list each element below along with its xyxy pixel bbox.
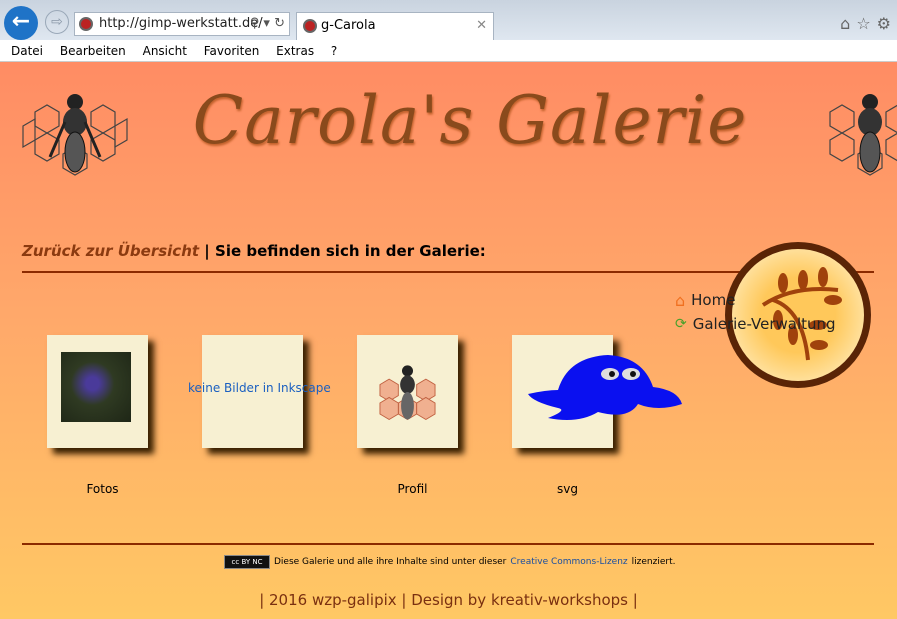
home-icon: ⌂ — [675, 290, 686, 310]
iris-thumbnail — [61, 352, 131, 422]
home-star-gear-icons[interactable]: ⌂☆⚙ — [840, 14, 897, 33]
license-notice: cc BY NC Diese Galerie und alle ihre Inha… — [224, 555, 675, 569]
search-refresh-icons[interactable]: ⚲ ▾ ↻ — [250, 13, 285, 35]
bee-thumbnail — [379, 365, 436, 421]
side-nav: ⌂ Home ⟳ Galerie-Verwaltung — [675, 288, 836, 336]
menu-favoriten[interactable]: Favoriten — [204, 44, 260, 58]
menu-help[interactable]: ? — [331, 44, 337, 58]
cc-license-badge[interactable]: cc BY NC — [224, 555, 270, 569]
album-inkscape[interactable]: keine Bilder in Inkscape — [188, 335, 331, 448]
menu-ansicht[interactable]: Ansicht — [143, 44, 187, 58]
menu-bearbeiten[interactable]: Bearbeiten — [60, 44, 126, 58]
album-label-fotos[interactable]: Fotos — [52, 482, 153, 496]
back-to-overview-link[interactable]: Zurück zur Übersicht — [22, 242, 199, 260]
close-tab-icon[interactable]: ✕ — [476, 13, 487, 39]
album-profil[interactable] — [357, 335, 458, 448]
page: Carola's Galerie Zurück zur Übersicht | … — [0, 62, 897, 619]
menu-bar: Datei Bearbeiten Ansicht Favoriten Extra… — [0, 40, 897, 62]
album-label-svg[interactable]: svg — [517, 482, 618, 496]
empty-album-text[interactable]: keine Bilder in Inkscape — [188, 381, 331, 395]
back-button[interactable]: ← — [4, 6, 38, 40]
nav-galerie-verwaltung[interactable]: ⟳ Galerie-Verwaltung — [675, 312, 836, 336]
nav-home[interactable]: ⌂ Home — [675, 288, 836, 312]
menu-extras[interactable]: Extras — [276, 44, 314, 58]
browser-tab[interactable]: g-Carola ✕ — [296, 12, 494, 40]
page-title: Carola's Galerie — [192, 82, 748, 159]
browser-toolbar: ← ⇨ http://gimp-werkstatt.de/⚲ ▾ ↻ g-Car… — [0, 0, 897, 40]
address-bar[interactable]: http://gimp-werkstatt.de/⚲ ▾ ↻ — [74, 12, 290, 36]
breadcrumb: Zurück zur Übersicht | Sie befinden sich… — [22, 242, 486, 260]
divider-bottom — [22, 543, 874, 545]
blue-blob-thumbnail — [528, 355, 682, 420]
cc-license-link[interactable]: Creative Commons-Lizenz — [510, 557, 627, 567]
album-label-profil[interactable]: Profil — [362, 482, 463, 496]
refresh-icon: ⟳ — [675, 316, 687, 332]
tab-favicon — [303, 19, 317, 33]
album-fotos[interactable] — [47, 335, 148, 448]
menu-datei[interactable]: Datei — [11, 44, 43, 58]
footer-credits: | 2016 wzp-galipix | Design by kreativ-w… — [259, 591, 638, 609]
forward-button[interactable]: ⇨ — [45, 10, 69, 34]
site-favicon — [79, 17, 93, 31]
